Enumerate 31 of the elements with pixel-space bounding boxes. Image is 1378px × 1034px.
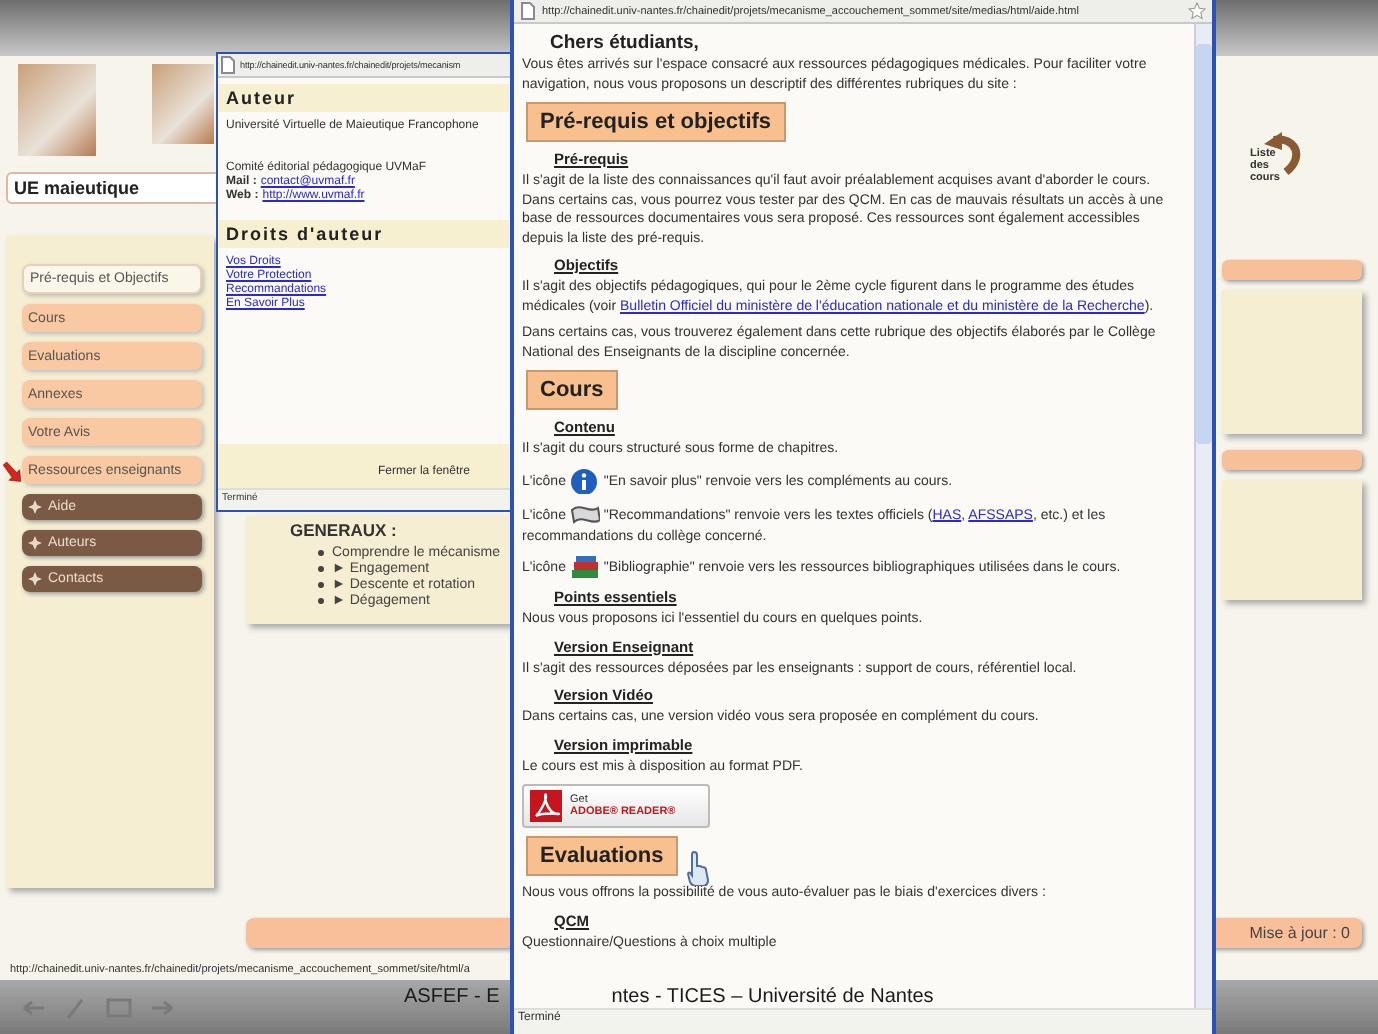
section-bar <box>1222 260 1362 280</box>
star-icon[interactable] <box>1188 2 1206 20</box>
scrollbar[interactable] <box>1194 24 1212 1008</box>
diamond-icon <box>28 500 42 514</box>
hand-cursor-icon <box>686 850 710 886</box>
photo-placeholder <box>18 64 95 156</box>
section-heading: Auteur <box>218 84 514 112</box>
bullet <box>318 550 324 556</box>
bullet <box>318 566 324 572</box>
page-icon <box>520 2 536 20</box>
section-bar <box>1222 450 1362 470</box>
books-icon <box>569 554 600 580</box>
diamond-icon <box>28 536 42 550</box>
bullet <box>318 598 324 604</box>
content-card <box>1222 480 1362 600</box>
info-icon <box>569 467 600 493</box>
content-card <box>1222 290 1362 434</box>
scroll-icon <box>569 501 600 527</box>
section-heading: Droits d'auteur <box>218 220 514 248</box>
diamond-icon <box>28 572 42 586</box>
arrow-icon <box>2 456 22 488</box>
pdf-logo-icon <box>530 790 562 822</box>
section-heading: Cours <box>526 370 618 410</box>
bullet <box>318 582 324 588</box>
footer-text: ntes - TICES – Université de Nantes <box>611 986 934 1008</box>
greeting: Chers étudiants, <box>550 32 701 54</box>
section-heading: Pré-requis et objectifs <box>526 102 786 142</box>
footer-text: ASFEF - E <box>404 986 500 1008</box>
objectives-title: GENERAUX : <box>290 520 397 540</box>
photo-placeholder <box>151 64 214 144</box>
section-heading: Evaluations <box>526 836 678 876</box>
